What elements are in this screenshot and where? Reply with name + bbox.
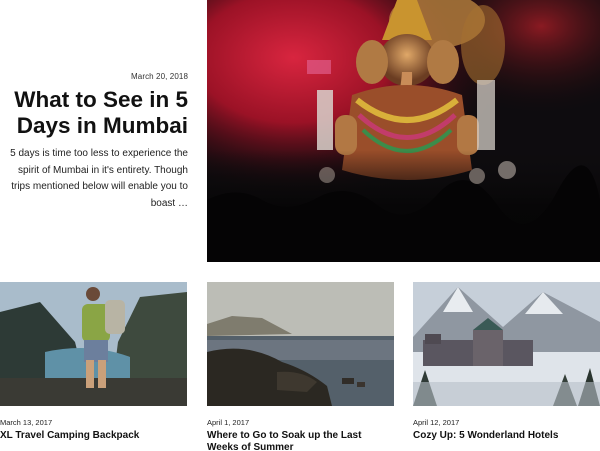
- featured-post-title[interactable]: What to See in 5 Days in Mumbai: [0, 87, 188, 139]
- blog-listing: March 20, 2018 What to See in 5 Days in …: [0, 0, 600, 451]
- post-card-date: April 12, 2017: [413, 418, 460, 427]
- post-card: March 13, 2017 XL Travel Camping Backpac…: [0, 282, 187, 442]
- hiker-backpack-photo: [0, 282, 187, 406]
- rocky-coast-photo: [207, 282, 394, 406]
- post-card: April 1, 2017 Where to Go to Soak up the…: [207, 282, 394, 451]
- post-card-image[interactable]: [0, 282, 187, 406]
- featured-post-excerpt: 5 days is time too less to experience th…: [10, 148, 188, 209]
- post-card-image[interactable]: [413, 282, 600, 406]
- post-card-image[interactable]: [207, 282, 394, 406]
- mountain-hotel-photo: [413, 282, 600, 406]
- ganesha-festival-photo: [207, 0, 600, 262]
- post-card-date: April 1, 2017: [207, 418, 250, 427]
- featured-post-text: March 20, 2018 What to See in 5 Days in …: [0, 72, 188, 212]
- post-card-title[interactable]: Cozy Up: 5 Wonderland Hotels: [413, 430, 600, 442]
- post-card-title[interactable]: Where to Go to Soak up the Last Weeks of…: [207, 430, 394, 451]
- post-card: April 12, 2017 Cozy Up: 5 Wonderland Hot…: [413, 282, 600, 442]
- featured-post-image[interactable]: [207, 0, 600, 262]
- featured-post-date: March 20, 2018: [131, 72, 188, 81]
- post-card-date: March 13, 2017: [0, 418, 53, 427]
- post-card-title[interactable]: XL Travel Camping Backpack: [0, 430, 187, 442]
